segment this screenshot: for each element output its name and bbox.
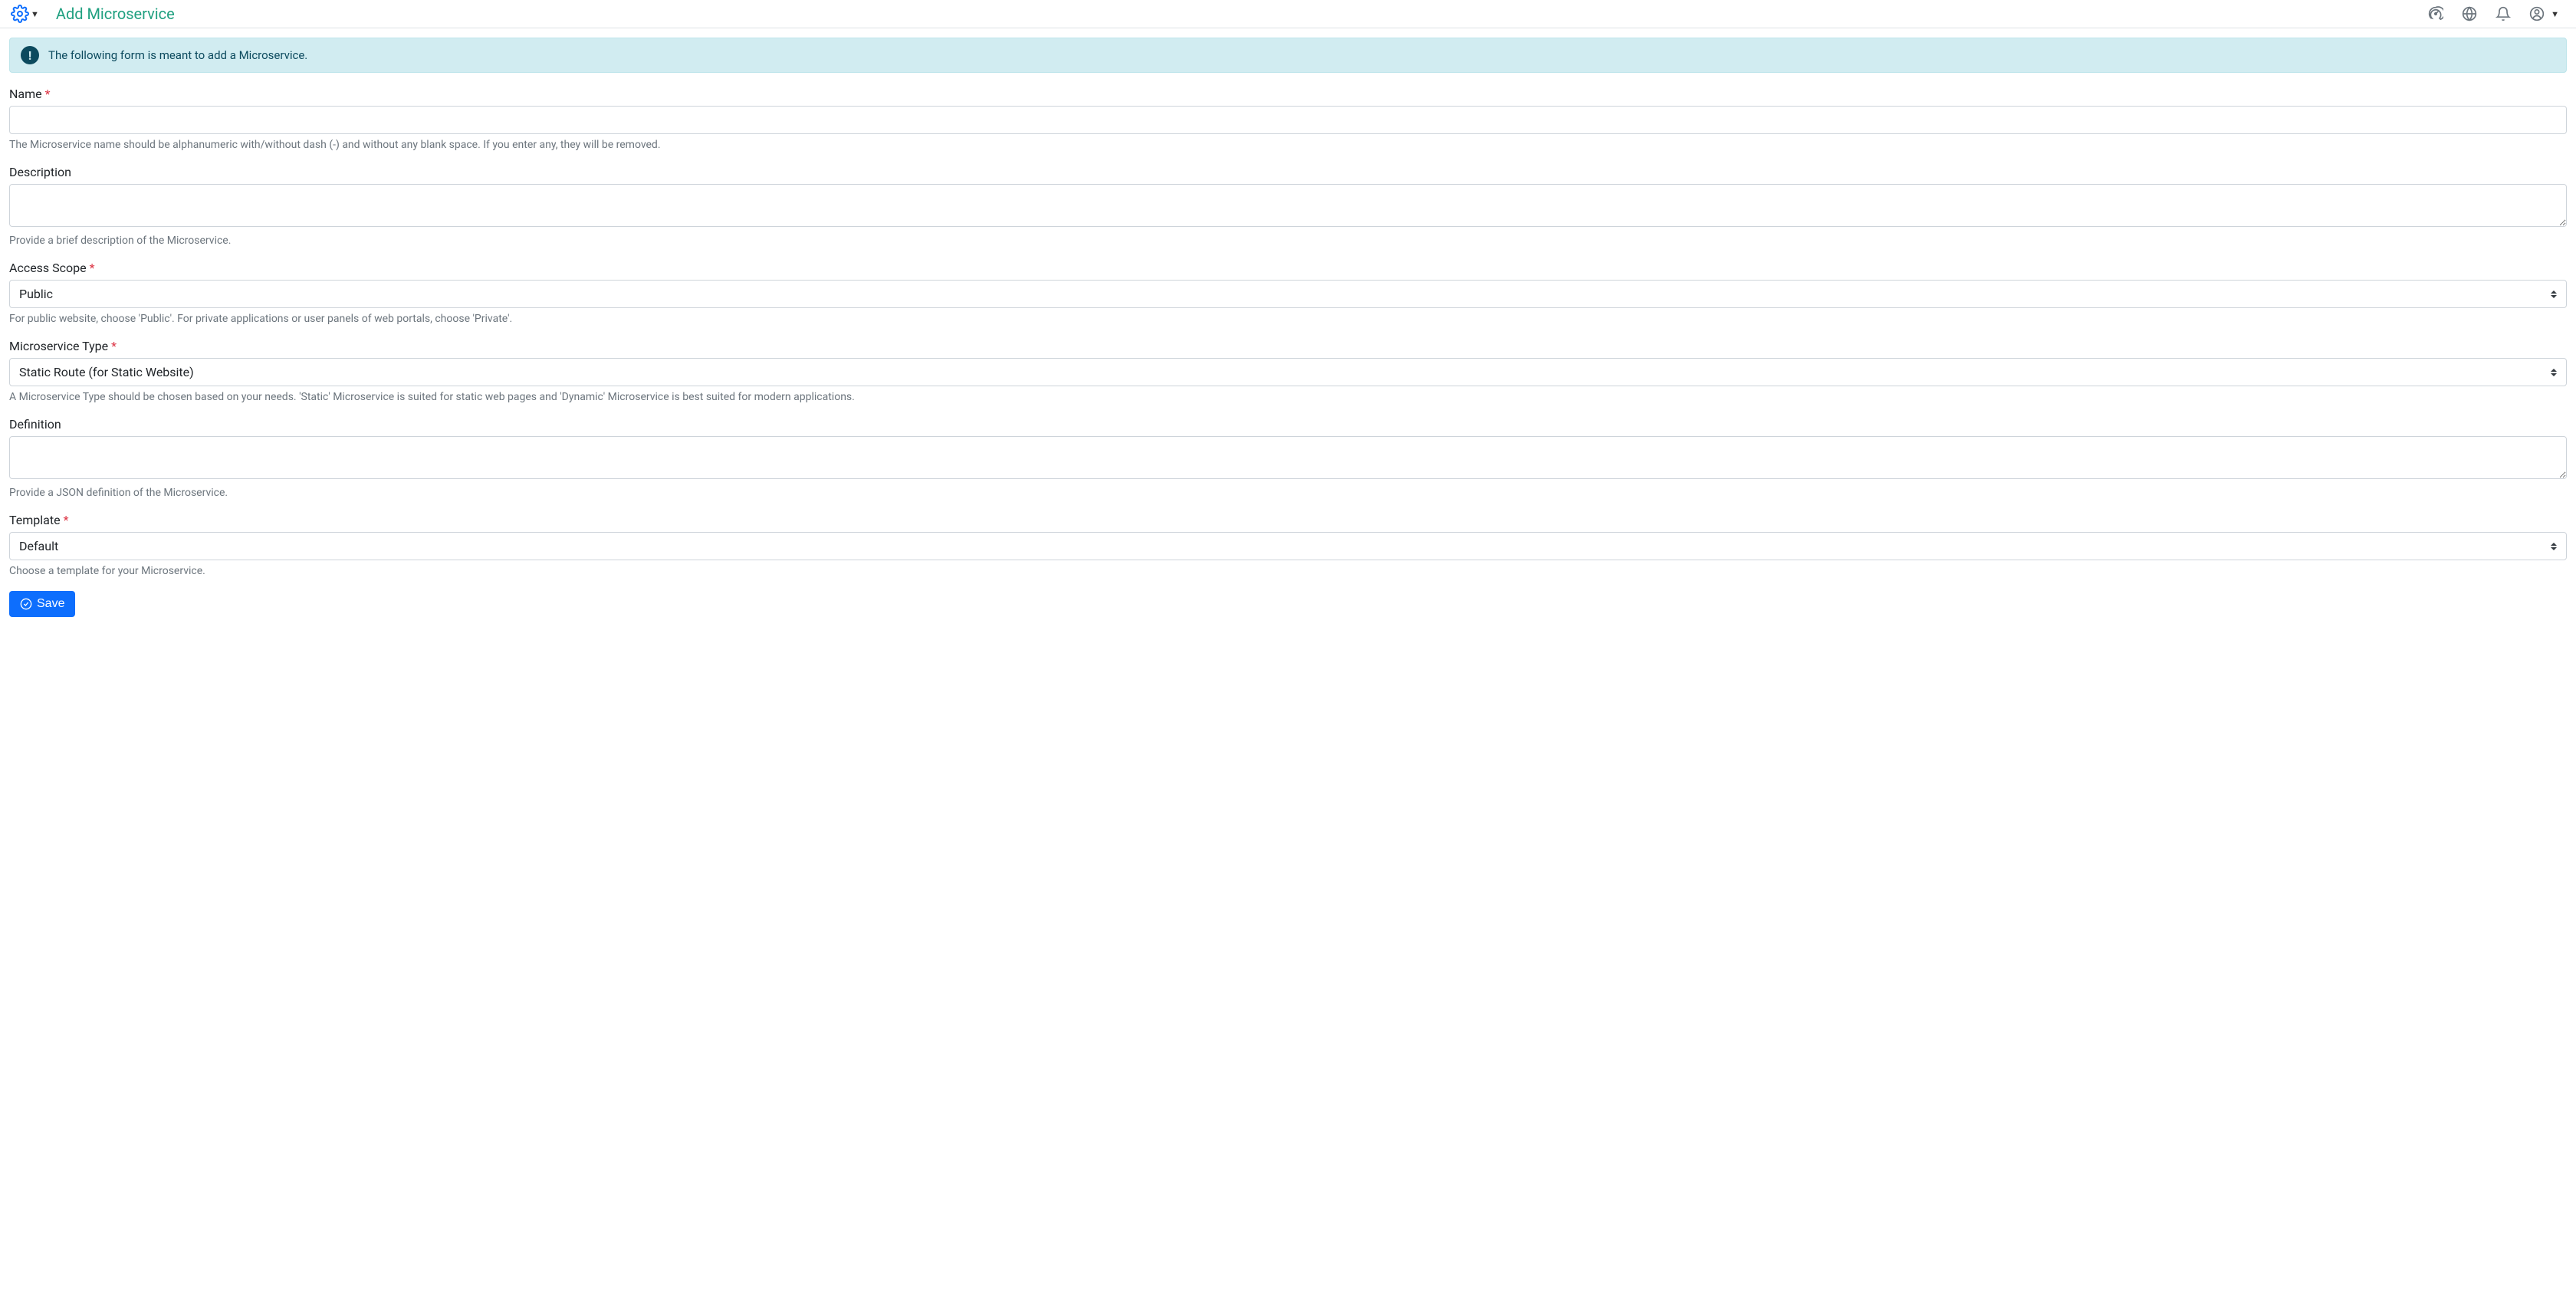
info-banner-text: The following form is meant to add a Mic… [48, 48, 307, 62]
description-textarea[interactable] [9, 184, 2567, 227]
form-group-description: Description Provide a brief description … [9, 165, 2567, 247]
form-group-name: Name * The Microservice name should be a… [9, 87, 2567, 151]
save-button[interactable]: Save [9, 591, 75, 617]
help-definition: Provide a JSON definition of the Microse… [9, 487, 2567, 499]
gear-code-icon [11, 5, 29, 23]
help-name: The Microservice name should be alphanum… [9, 139, 2567, 151]
dashboard-icon[interactable] [2428, 6, 2443, 21]
label-template: Template * [9, 513, 2567, 527]
definition-textarea[interactable] [9, 436, 2567, 479]
label-description: Description [9, 165, 2567, 179]
header-left: ▼ Add Microservice [11, 5, 175, 23]
save-button-label: Save [37, 597, 64, 611]
help-description: Provide a brief description of the Micro… [9, 235, 2567, 247]
template-select[interactable]: Default [9, 532, 2567, 560]
form-group-microservice-type: Microservice Type * Static Route (for St… [9, 339, 2567, 403]
page-header: ▼ Add Microservice ▼ [0, 0, 2576, 28]
form-group-definition: Definition Provide a JSON definition of … [9, 417, 2567, 499]
required-asterisk: * [45, 87, 51, 101]
info-icon: ! [21, 46, 39, 64]
info-banner: ! The following form is meant to add a M… [9, 38, 2567, 73]
check-circle-icon [20, 598, 32, 610]
label-definition: Definition [9, 417, 2567, 432]
label-access-scope: Access Scope * [9, 261, 2567, 275]
page-title: Add Microservice [56, 5, 175, 23]
caret-down-icon: ▼ [2551, 9, 2559, 19]
user-menu[interactable]: ▼ [2529, 6, 2559, 21]
required-asterisk: * [64, 513, 69, 527]
caret-down-icon: ▼ [31, 9, 39, 19]
required-asterisk: * [111, 339, 117, 353]
bell-icon[interactable] [2496, 6, 2511, 21]
name-input[interactable] [9, 106, 2567, 134]
help-access-scope: For public website, choose 'Public'. For… [9, 313, 2567, 325]
content-area: ! The following form is meant to add a M… [0, 28, 2576, 626]
microservice-type-select[interactable]: Static Route (for Static Website) [9, 358, 2567, 386]
access-scope-select[interactable]: Public [9, 280, 2567, 308]
help-template: Choose a template for your Microservice. [9, 565, 2567, 577]
header-right: ▼ [2428, 6, 2565, 21]
user-circle-icon [2529, 6, 2545, 21]
help-microservice-type: A Microservice Type should be chosen bas… [9, 391, 2567, 403]
globe-icon[interactable] [2462, 6, 2477, 21]
label-name: Name * [9, 87, 2567, 101]
logo-dropdown[interactable]: ▼ [11, 5, 39, 23]
required-asterisk: * [90, 261, 95, 275]
form-group-access-scope: Access Scope * Public For public website… [9, 261, 2567, 325]
form-group-template: Template * Default Choose a template for… [9, 513, 2567, 577]
label-microservice-type: Microservice Type * [9, 339, 2567, 353]
